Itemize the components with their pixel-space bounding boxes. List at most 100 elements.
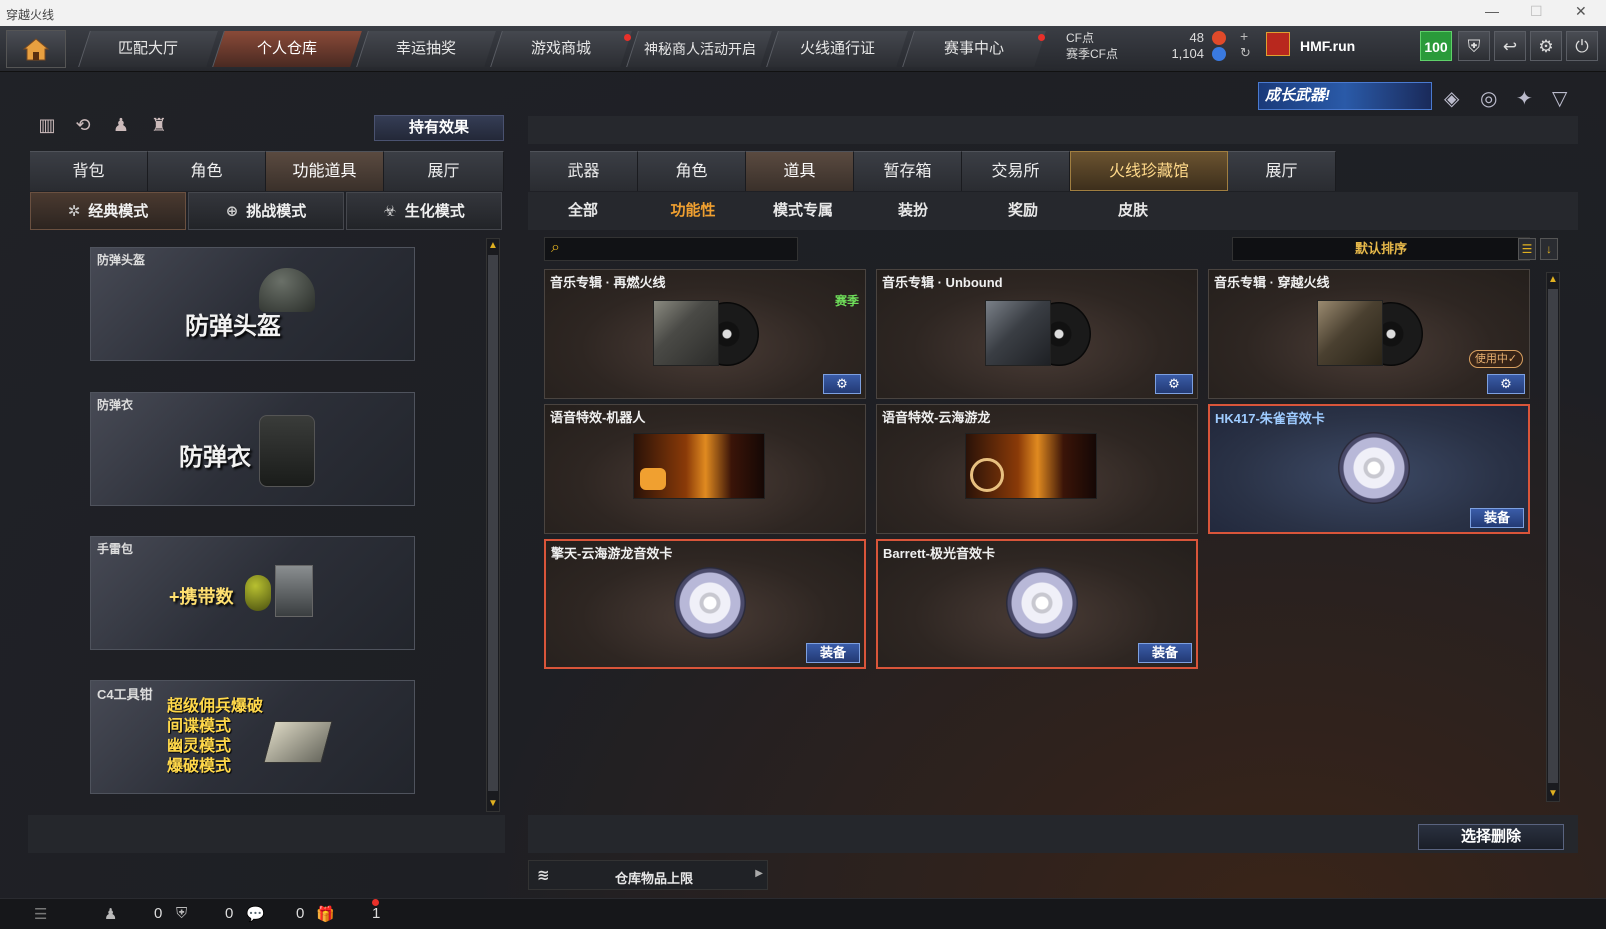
equip-button[interactable]: 装备 xyxy=(806,643,860,663)
tab-weapons[interactable]: 武器 xyxy=(530,151,638,191)
item-card[interactable]: 音乐专辑 · Unbound ⚙ xyxy=(876,269,1198,399)
cf-label: CF点 xyxy=(1066,31,1094,45)
gear-icon[interactable]: ⚙ xyxy=(1530,31,1562,61)
scroll-thumb[interactable] xyxy=(1548,289,1558,783)
settings-gear-button[interactable]: ⚙ xyxy=(1155,374,1193,394)
home-button[interactable] xyxy=(6,30,66,68)
scroll-down-icon[interactable]: ▼ xyxy=(487,798,499,810)
album-cover xyxy=(985,300,1051,366)
power-icon[interactable]: ⏻ xyxy=(1566,31,1598,61)
scroll-thumb[interactable] xyxy=(488,255,498,791)
tab-cf-collection[interactable]: 火线珍藏馆 xyxy=(1070,151,1228,191)
cf-value: 48 xyxy=(1189,30,1204,45)
top-nav: 匹配大厅 个人仓库 幸运抽奖 游戏商城 神秘商人活动开启 火线通行证 赛事中心 xyxy=(0,26,1606,72)
tab-exchange[interactable]: 交易所 xyxy=(962,151,1070,191)
subtab-all[interactable]: 全部 xyxy=(528,192,638,230)
right-scrollbar[interactable]: ▲ ▼ xyxy=(1546,272,1560,802)
close-icon[interactable]: ✕ xyxy=(1575,3,1587,20)
search-text[interactable] xyxy=(573,240,793,258)
tab-functional-items[interactable]: 功能道具 xyxy=(266,151,384,191)
tab-backpack[interactable]: 背包 xyxy=(30,151,148,191)
stats-icon[interactable]: ▥ xyxy=(34,112,60,138)
mode-challenge[interactable]: ⊕ 挑战模式 xyxy=(188,192,344,230)
menu-icon[interactable]: ☰ xyxy=(34,905,47,923)
refresh-icon[interactable]: ↻ xyxy=(1240,45,1251,61)
tab-mystery-merchant[interactable]: 神秘商人活动开启 xyxy=(626,31,772,67)
subtab-mode-exclusive[interactable]: 模式专属 xyxy=(748,192,858,230)
tab-lucky-draw[interactable]: 幸运抽奖 xyxy=(356,31,496,67)
subtab-functional[interactable]: 功能性 xyxy=(638,192,748,230)
mode-biochemical[interactable]: ☣ 生化模式 xyxy=(346,192,502,230)
tab-game-store[interactable]: 游戏商城 xyxy=(490,31,632,67)
friends-icon[interactable]: ♟ xyxy=(104,905,117,923)
tab-match-lobby[interactable]: 匹配大厅 xyxy=(78,31,218,67)
select-delete-button[interactable]: 选择删除 xyxy=(1418,824,1564,850)
w-badge-icon[interactable]: ▽ xyxy=(1552,86,1567,111)
settings-gear-button[interactable]: ⚙ xyxy=(823,374,861,394)
item-card-grenade-bag[interactable]: 手雷包 +携带数 xyxy=(90,536,415,650)
equip-button[interactable]: 装备 xyxy=(1470,508,1524,528)
in-use-badge: 使用中✓ xyxy=(1469,350,1523,368)
shield-icon[interactable]: ⛨ xyxy=(1458,31,1490,61)
username[interactable]: HMF.run xyxy=(1300,38,1355,54)
left-scrollbar[interactable]: ▲ ▼ xyxy=(486,238,500,812)
owned-effects-button[interactable]: 持有效果 xyxy=(374,115,504,141)
tab-personal-warehouse[interactable]: 个人仓库 xyxy=(212,31,362,67)
subtab-skins[interactable]: 皮肤 xyxy=(1078,192,1188,230)
equip-button[interactable]: 装备 xyxy=(1138,643,1192,663)
tab-right-showroom[interactable]: 展厅 xyxy=(1228,151,1336,191)
challenge-mode-icon: ⊕ xyxy=(225,203,239,220)
add-cf-icon[interactable]: + xyxy=(1240,28,1248,44)
cf-labels: CF点 赛季CF点 xyxy=(1066,30,1118,62)
settings-gear-button[interactable]: ⚙ xyxy=(1487,374,1525,394)
minimize-icon[interactable]: — xyxy=(1485,3,1499,19)
item-card[interactable]: 擎天-云海游龙音效卡 装备 xyxy=(544,539,866,669)
bag-icon[interactable]: ♜ xyxy=(146,112,172,138)
rank-badge-icon xyxy=(1266,32,1290,56)
item-card[interactable]: 音乐专辑 · 再燃火线 赛季 ⚙ xyxy=(544,269,866,399)
warehouse-capacity[interactable]: ≋ 仓库物品上限 ▶ xyxy=(528,860,768,890)
item-card-helmet[interactable]: 防弹头盔 防弹头盔 xyxy=(90,247,415,361)
growth-weapon-banner[interactable]: 成长武器! xyxy=(1258,82,1432,110)
item-card[interactable]: 语音特效-云海游龙 xyxy=(876,404,1198,534)
mode-classic[interactable]: ✲ 经典模式 xyxy=(30,192,186,230)
item-card-vest[interactable]: 防弹衣 防弹衣 xyxy=(90,392,415,506)
chat-icon[interactable]: 💬 xyxy=(246,905,265,923)
clan-count: 0 xyxy=(225,905,234,922)
subtab-dress-up[interactable]: 装扮 xyxy=(858,192,968,230)
wing-badge-icon[interactable]: ✦ xyxy=(1516,86,1533,111)
item-card[interactable]: Barrett-极光音效卡 装备 xyxy=(876,539,1198,669)
tab-event-center[interactable]: 赛事中心 xyxy=(902,31,1046,67)
tab-roles[interactable]: 角色 xyxy=(638,151,746,191)
maximize-icon[interactable]: ☐ xyxy=(1530,3,1543,20)
search-input[interactable]: ⌕ xyxy=(544,237,798,261)
season-tag: 赛季 xyxy=(834,294,859,308)
clan-shield-icon[interactable]: ⛨ xyxy=(176,905,187,922)
subtab-rewards[interactable]: 奖励 xyxy=(968,192,1078,230)
history-icon[interactable]: ⟲ xyxy=(70,112,96,138)
item-card[interactable]: HK417-朱雀音效卡 装备 xyxy=(1208,404,1530,534)
scroll-up-icon[interactable]: ▲ xyxy=(1547,274,1559,286)
list-view-icon[interactable]: ☰ xyxy=(1518,238,1536,260)
item-card-c4-pliers[interactable]: C4工具钳 超级佣兵爆破 间谍模式 幽灵模式 爆破模式 xyxy=(90,680,415,794)
character-icon[interactable]: ♟ xyxy=(108,112,134,138)
tab-battle-pass[interactable]: 火线通行证 xyxy=(766,31,908,67)
notification-dot xyxy=(624,34,631,41)
season-cf-label: 赛季CF点 xyxy=(1066,47,1118,61)
return-icon[interactable]: ↩ xyxy=(1494,31,1526,61)
scroll-down-icon[interactable]: ▼ xyxy=(1547,788,1559,800)
tab-character[interactable]: 角色 xyxy=(148,151,266,191)
item-card[interactable]: 音乐专辑 · 穿越火线 使用中✓ ⚙ xyxy=(1208,269,1530,399)
globe-badge-icon[interactable]: ◎ xyxy=(1480,86,1497,111)
sort-dropdown[interactable]: 默认排序 xyxy=(1232,237,1530,261)
tab-props[interactable]: 道具 xyxy=(746,151,854,191)
tab-showroom[interactable]: 展厅 xyxy=(384,151,504,191)
tab-storage-box[interactable]: 暂存箱 xyxy=(854,151,962,191)
scroll-up-icon[interactable]: ▲ xyxy=(487,240,499,252)
level-badge: 100 xyxy=(1420,31,1452,61)
v-badge-icon[interactable]: ◈ xyxy=(1444,86,1459,111)
gift-icon[interactable]: 🎁 xyxy=(316,905,335,923)
cf-coin-icon xyxy=(1212,31,1226,45)
item-card[interactable]: 语音特效-机器人 xyxy=(544,404,866,534)
sort-direction-icon[interactable]: ↓ xyxy=(1540,238,1558,260)
